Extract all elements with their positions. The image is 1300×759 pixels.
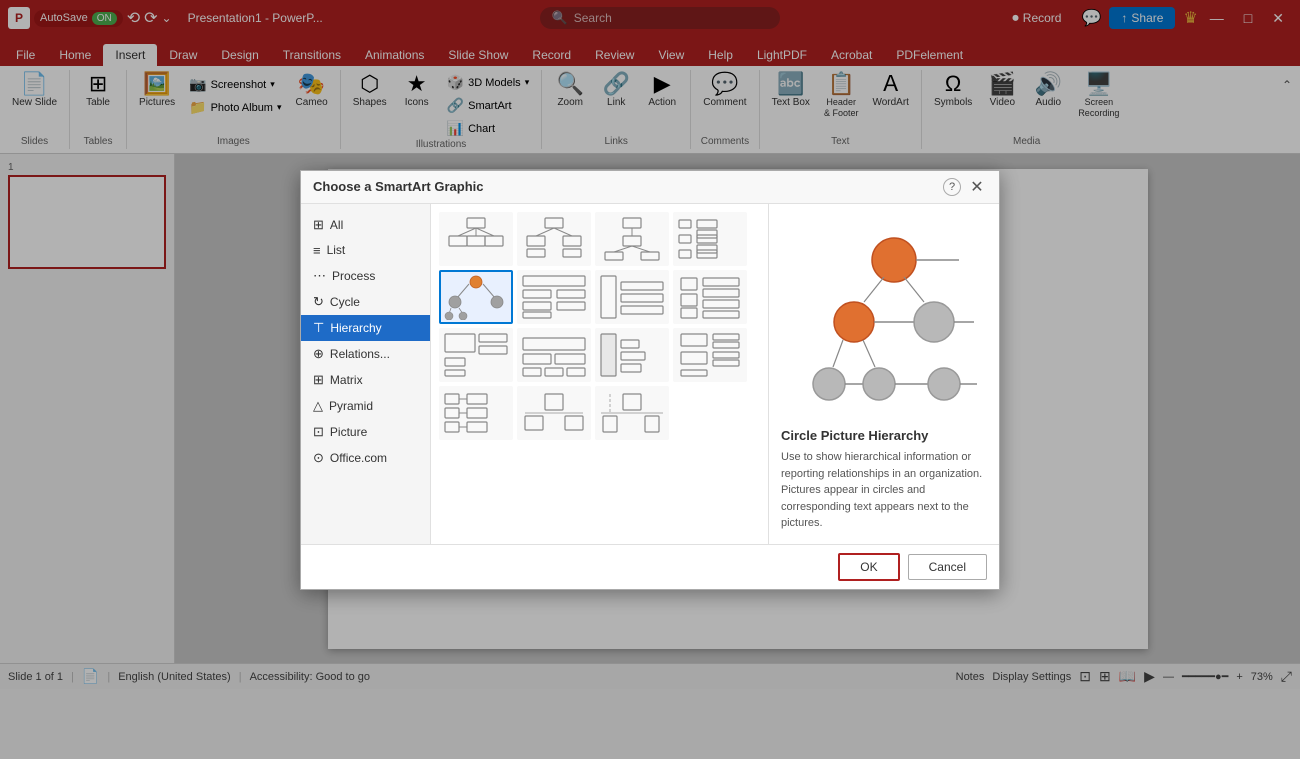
category-cycle[interactable]: ↻ Cycle bbox=[301, 289, 430, 315]
graphic-item-12[interactable] bbox=[673, 328, 747, 382]
category-cycle-icon: ↻ bbox=[313, 294, 324, 310]
graphic-item-4[interactable] bbox=[673, 212, 747, 266]
graphic-item-3[interactable] bbox=[595, 212, 669, 266]
category-officecom-label: Office.com bbox=[330, 451, 387, 465]
dialog-preview: Circle Picture Hierarchy Use to show hie… bbox=[769, 204, 999, 544]
dialog-body: ⊞ All ≡ List ⋯ Process ↻ Cycle ⊤ Hiera bbox=[301, 204, 999, 544]
graphic-item-14[interactable] bbox=[517, 386, 591, 440]
category-pyramid-icon: △ bbox=[313, 398, 323, 414]
category-process-icon: ⋯ bbox=[313, 268, 326, 284]
graphic-item-7[interactable] bbox=[595, 270, 669, 324]
category-list-icon: ≡ bbox=[313, 243, 321, 258]
graphic-item-13[interactable] bbox=[439, 386, 513, 440]
category-matrix-label: Matrix bbox=[330, 373, 363, 387]
category-matrix[interactable]: ⊞ Matrix bbox=[301, 367, 430, 393]
graphic-item-2[interactable] bbox=[517, 212, 591, 266]
category-hierarchy-icon: ⊤ bbox=[313, 320, 324, 336]
category-pyramid-label: Pyramid bbox=[329, 399, 373, 413]
category-list-label: List bbox=[327, 243, 346, 257]
graphic-item-8[interactable] bbox=[673, 270, 747, 324]
dialog-ok-btn[interactable]: OK bbox=[838, 553, 899, 581]
category-officecom-icon: ⊙ bbox=[313, 450, 324, 466]
dialog-title-bar: Choose a SmartArt Graphic ? ✕ bbox=[301, 171, 999, 204]
category-picture[interactable]: ⊡ Picture bbox=[301, 419, 430, 445]
category-relationship-icon: ⊕ bbox=[313, 346, 324, 362]
graphic-item-selected[interactable] bbox=[439, 270, 513, 324]
preview-title: Circle Picture Hierarchy bbox=[781, 428, 987, 443]
category-hierarchy[interactable]: ⊤ Hierarchy bbox=[301, 315, 430, 341]
dialog-graphics bbox=[431, 204, 769, 544]
category-process[interactable]: ⋯ Process bbox=[301, 263, 430, 289]
preview-visual bbox=[781, 216, 987, 429]
dialog-footer: OK Cancel bbox=[301, 544, 999, 589]
dialog-close-btn[interactable]: ✕ bbox=[967, 177, 987, 197]
category-all-label: All bbox=[330, 218, 343, 232]
dialog-overlay: Choose a SmartArt Graphic ? ✕ ⊞ All ≡ Li… bbox=[0, 0, 1300, 759]
category-officecom[interactable]: ⊙ Office.com bbox=[301, 445, 430, 471]
category-relationship-label: Relations... bbox=[330, 347, 390, 361]
category-matrix-icon: ⊞ bbox=[313, 372, 324, 388]
dialog-help-btn[interactable]: ? bbox=[943, 178, 961, 196]
graphic-item-10[interactable] bbox=[517, 328, 591, 382]
preview-desc: Use to show hierarchical information or … bbox=[781, 449, 987, 532]
category-hierarchy-label: Hierarchy bbox=[330, 321, 381, 335]
dialog-title: Choose a SmartArt Graphic bbox=[313, 179, 484, 194]
category-pyramid[interactable]: △ Pyramid bbox=[301, 393, 430, 419]
category-relationship[interactable]: ⊕ Relations... bbox=[301, 341, 430, 367]
graphic-item-9[interactable] bbox=[439, 328, 513, 382]
graphic-item-11[interactable] bbox=[595, 328, 669, 382]
category-all-icon: ⊞ bbox=[313, 217, 324, 233]
category-picture-icon: ⊡ bbox=[313, 424, 324, 440]
smartart-dialog: Choose a SmartArt Graphic ? ✕ ⊞ All ≡ Li… bbox=[300, 170, 1000, 590]
graphic-item-6[interactable] bbox=[517, 270, 591, 324]
category-cycle-label: Cycle bbox=[330, 295, 360, 309]
graphic-item-1[interactable] bbox=[439, 212, 513, 266]
category-list[interactable]: ≡ List bbox=[301, 238, 430, 263]
dialog-categories: ⊞ All ≡ List ⋯ Process ↻ Cycle ⊤ Hiera bbox=[301, 204, 431, 544]
category-process-label: Process bbox=[332, 269, 375, 283]
dialog-cancel-btn[interactable]: Cancel bbox=[908, 554, 987, 580]
category-picture-label: Picture bbox=[330, 425, 367, 439]
category-all[interactable]: ⊞ All bbox=[301, 212, 430, 238]
graphic-item-15[interactable] bbox=[595, 386, 669, 440]
